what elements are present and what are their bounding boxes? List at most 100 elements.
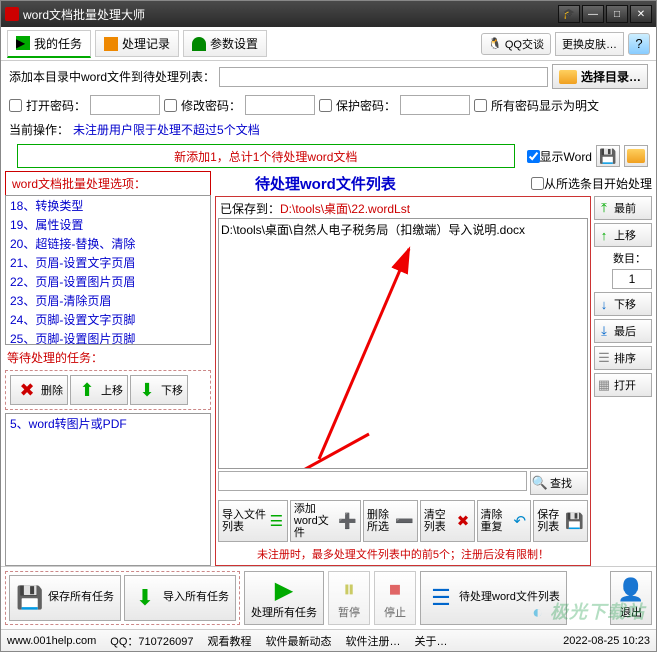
list-item[interactable]: 22、页眉-设置图片页眉: [6, 272, 210, 291]
current-op-value: 未注册用户限于处理不超过5个文档: [73, 121, 260, 138]
from-selection-check[interactable]: [531, 177, 544, 190]
tab-my-tasks[interactable]: ▶ 我的任务: [7, 30, 91, 58]
open-pw-label: 打开密码：: [26, 97, 86, 114]
tab-label: 我的任务: [34, 35, 82, 52]
import-all-tasks-button[interactable]: ⬇导入所有任务: [124, 575, 236, 621]
undo-icon: ↶: [512, 510, 527, 532]
close-button[interactable]: ✕: [630, 5, 652, 23]
exit-button[interactable]: 👤退出: [610, 571, 652, 625]
select-dir-button[interactable]: 选择目录…: [552, 64, 648, 89]
tab-label: 参数设置: [210, 35, 258, 52]
save-list-button[interactable]: 保存列表💾: [533, 500, 588, 542]
tree-icon: [192, 37, 206, 51]
site-link[interactable]: www.001help.com: [7, 635, 96, 647]
add-dir-row: 添加本目录中word文件到待处理列表： 选择目录…: [1, 61, 656, 92]
modify-pw-input[interactable]: [245, 95, 315, 115]
move-bottom-button[interactable]: ⤓最后: [594, 319, 652, 343]
tab-settings[interactable]: 参数设置: [183, 30, 267, 57]
list-item[interactable]: 19、属性设置: [6, 215, 210, 234]
move-down-button[interactable]: ⬇下移: [130, 375, 188, 405]
left-panel: word文档批量处理选项： 18、转换类型 19、属性设置 20、超链接-替换、…: [5, 171, 211, 566]
list-item[interactable]: 18、转换类型: [6, 196, 210, 215]
app-icon: [5, 7, 19, 21]
qq-chat-button[interactable]: 🐧QQ交谈: [481, 33, 551, 55]
open-pw-input[interactable]: [90, 95, 160, 115]
modify-pw-check[interactable]: [164, 99, 177, 112]
save-icon-button[interactable]: 💾: [596, 145, 620, 167]
help-button[interactable]: ?: [628, 33, 650, 55]
list-item[interactable]: 23、页眉-清除页眉: [6, 291, 210, 310]
search-input[interactable]: [218, 471, 527, 491]
stop-button[interactable]: ⏹停止: [374, 571, 416, 625]
list-item[interactable]: 5、word转图片或PDF: [6, 414, 210, 433]
play-icon: ▶: [270, 576, 298, 604]
register-warning: 未注册时，最多处理文件列表中的前5个；注册后没有限制！: [218, 545, 588, 563]
move-up-button[interactable]: ↑上移: [594, 223, 652, 247]
process-all-button[interactable]: ▶处理所有任务: [244, 571, 324, 625]
from-selection-label[interactable]: 从所选条目开始处理: [531, 175, 652, 192]
arrow-up-icon: ⬆: [75, 378, 99, 402]
list-item[interactable]: 25、页脚-设置图片页脚: [6, 329, 210, 345]
move-down-button[interactable]: ↓下移: [594, 292, 652, 316]
hat-button[interactable]: 🎓: [558, 5, 580, 23]
del-selected-button[interactable]: 删除所选➖: [363, 500, 418, 542]
register-link[interactable]: 软件注册…: [345, 633, 400, 649]
current-op-row: 当前操作： 未注册用户限于处理不超过5个文档: [1, 118, 656, 141]
pending-buttons: ✖删除 ⬆上移 ⬇下移: [5, 370, 211, 410]
options-list[interactable]: 18、转换类型 19、属性设置 20、超链接-替换、清除 21、页眉-设置文字页…: [5, 195, 211, 345]
sort-button[interactable]: ☰排序: [594, 346, 652, 370]
status-text: 新添加1，总计1个待处理word文档: [174, 148, 357, 165]
open-icon-button[interactable]: [624, 145, 648, 167]
briefcase-icon: [104, 37, 118, 51]
add-word-button[interactable]: 添加word文件➕: [290, 500, 361, 542]
list-item[interactable]: 20、超链接-替换、清除: [6, 234, 210, 253]
options-title: word文档批量处理选项：: [5, 171, 211, 195]
minimize-button[interactable]: —: [582, 5, 604, 23]
pending-file-list-button[interactable]: ☰待处理word文件列表: [420, 571, 567, 625]
protect-pw-check[interactable]: [319, 99, 332, 112]
move-top-button[interactable]: ⤒最前: [594, 196, 652, 220]
skin-button[interactable]: 更换皮肤…: [555, 32, 624, 56]
remove-dup-button[interactable]: 清除重复↶: [477, 500, 532, 542]
qq-link[interactable]: QQ：710726097: [110, 633, 193, 649]
list-item[interactable]: 24、页脚-设置文字页脚: [6, 310, 210, 329]
password-row: 打开密码： 修改密码： 保护密码： 所有密码显示为明文: [1, 92, 656, 118]
folder-icon: [559, 70, 577, 84]
file-panel: 已保存到：D:\tools\桌面\22.wordLst D:\tools\桌面\…: [215, 196, 591, 566]
protect-pw-input[interactable]: [400, 95, 470, 115]
open-pw-check[interactable]: [9, 99, 22, 112]
clear-list-button[interactable]: 清空列表✖: [420, 500, 475, 542]
play-icon: ▶: [16, 36, 30, 50]
plain-pw-check[interactable]: [474, 99, 487, 112]
show-word-label[interactable]: 显示Word: [527, 148, 592, 165]
saved-label: 已保存到：: [220, 202, 280, 216]
news-link[interactable]: 软件最新动态: [265, 633, 331, 649]
maximize-button[interactable]: □: [606, 5, 628, 23]
pending-list[interactable]: 5、word转图片或PDF: [5, 413, 211, 566]
add-dir-input[interactable]: [219, 67, 548, 87]
pause-button[interactable]: ⏸暂停: [328, 571, 370, 625]
file-item[interactable]: D:\tools\桌面\自然人电子税务局（扣缴端）导入说明.docx: [221, 221, 585, 238]
search-icon: 🔍: [533, 475, 547, 491]
tutorial-link[interactable]: 观看教程: [207, 633, 251, 649]
open-button[interactable]: ▦打开: [594, 373, 652, 397]
file-list[interactable]: D:\tools\桌面\自然人电子税务局（扣缴端）导入说明.docx: [218, 218, 588, 469]
move-up-button[interactable]: ⬆上移: [70, 375, 128, 405]
search-button[interactable]: 🔍查找: [530, 471, 588, 495]
qq-label: QQ交谈: [505, 36, 544, 52]
show-word-check[interactable]: [527, 150, 540, 163]
sort-icon: ☰: [597, 350, 611, 366]
saved-path: D:\tools\桌面\22.wordLst: [280, 202, 410, 216]
add-dir-label: 添加本目录中word文件到待处理列表：: [9, 68, 215, 85]
list-item[interactable]: 21、页眉-设置文字页眉: [6, 253, 210, 272]
modify-pw-label: 修改密码：: [181, 97, 241, 114]
tab-history[interactable]: 处理记录: [95, 30, 179, 57]
delete-button[interactable]: ✖删除: [10, 375, 68, 405]
save-all-tasks-button[interactable]: 💾保存所有任务: [9, 575, 121, 621]
about-link[interactable]: 关于…: [414, 633, 447, 649]
import-list-button[interactable]: 导入文件列表☰: [218, 500, 288, 542]
add-status: 新添加1，总计1个待处理word文档: [17, 144, 515, 168]
annotation-arrow: [289, 239, 439, 469]
exit-icon: 👤: [617, 576, 645, 604]
count-input[interactable]: [612, 269, 652, 289]
